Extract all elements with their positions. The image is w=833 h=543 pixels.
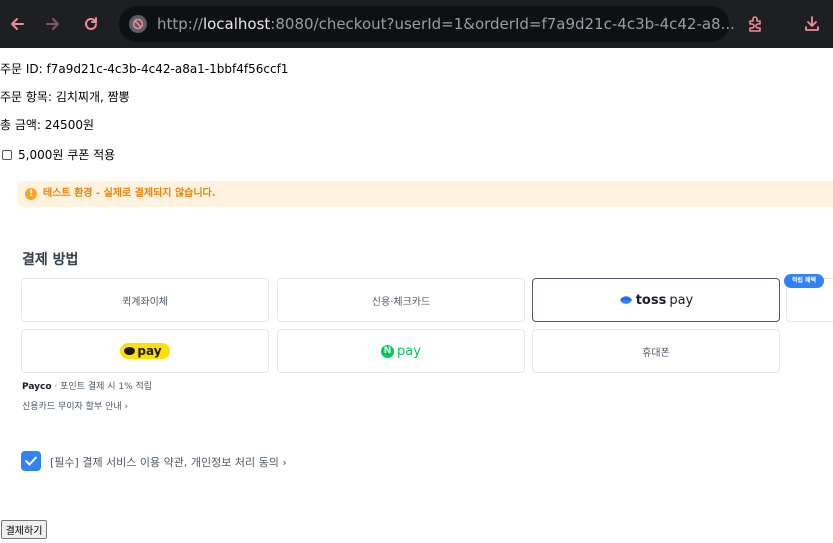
payco-info: Payco · 포인트 결제 시 1% 적립	[22, 382, 153, 392]
toss-icon	[619, 296, 632, 304]
coupon-option[interactable]: 5,000원 쿠폰 적용	[2, 146, 115, 163]
naverpay-logo: N pay	[381, 344, 421, 359]
forward-arrow-icon[interactable]	[41, 12, 65, 36]
payment-method-phone[interactable]: 휴대폰	[532, 329, 780, 373]
notice-text: 테스트 환경 - 실제로 결제되지 않습니다.	[43, 188, 216, 199]
pay-button[interactable]: 결제하기	[1, 520, 47, 539]
test-environment-notice: ! 테스트 환경 - 실제로 결제되지 않습니다.	[17, 181, 833, 207]
payment-method-transfer[interactable]: 퀵계좌이체	[21, 278, 269, 322]
kakaopay-logo: pay	[120, 343, 170, 359]
payment-method-card[interactable]: 신용·체크카드	[277, 278, 525, 322]
transfer-label: 퀵계좌이체	[122, 296, 168, 308]
checkmark-icon	[25, 456, 37, 466]
address-bar[interactable]: http://localhost:8080/checkout?userId=1&…	[119, 6, 735, 42]
extensions-icon[interactable]	[743, 12, 767, 36]
order-items: 주문 항목: 김치찌개, 짬뽕	[0, 90, 130, 104]
reload-icon[interactable]	[79, 12, 103, 36]
agreement-checkbox[interactable]	[21, 451, 41, 471]
order-total: 총 금액: 24500원	[0, 118, 95, 132]
order-id: 주문 ID: f7a9d21c-4c3b-4c42-a8a1-1bbf4f56c…	[0, 62, 289, 76]
coupon-label: 5,000원 쿠폰 적용	[18, 148, 116, 162]
tosspay-logo: toss pay	[619, 293, 693, 308]
site-info-icon[interactable]	[129, 15, 147, 33]
payment-method-tosspay[interactable]: toss pay	[532, 278, 780, 322]
payment-method-title: 결제 방법	[22, 252, 79, 268]
card-label: 신용·체크카드	[371, 296, 431, 308]
download-icon[interactable]	[800, 12, 824, 36]
payment-method-kakaopay[interactable]: pay	[21, 329, 269, 373]
payment-method-naverpay[interactable]: N pay	[277, 329, 525, 373]
warning-icon: !	[25, 188, 37, 200]
phone-label: 휴대폰	[642, 347, 670, 359]
coupon-checkbox[interactable]	[2, 149, 12, 160]
kakao-bubble-icon	[124, 347, 136, 355]
browser-toolbar: http://localhost:8080/checkout?userId=1&…	[0, 0, 833, 48]
back-arrow-icon[interactable]	[5, 12, 29, 36]
agreement-text[interactable]: [필수] 결제 서비스 이용 약관, 개인정보 처리 동의 ›	[50, 456, 287, 469]
installment-link[interactable]: 신용카드 무이자 할부 안내 ›	[22, 401, 128, 413]
url-text: http://localhost:8080/checkout?userId=1&…	[157, 15, 735, 33]
reward-badge: 적립 혜택	[784, 274, 824, 288]
